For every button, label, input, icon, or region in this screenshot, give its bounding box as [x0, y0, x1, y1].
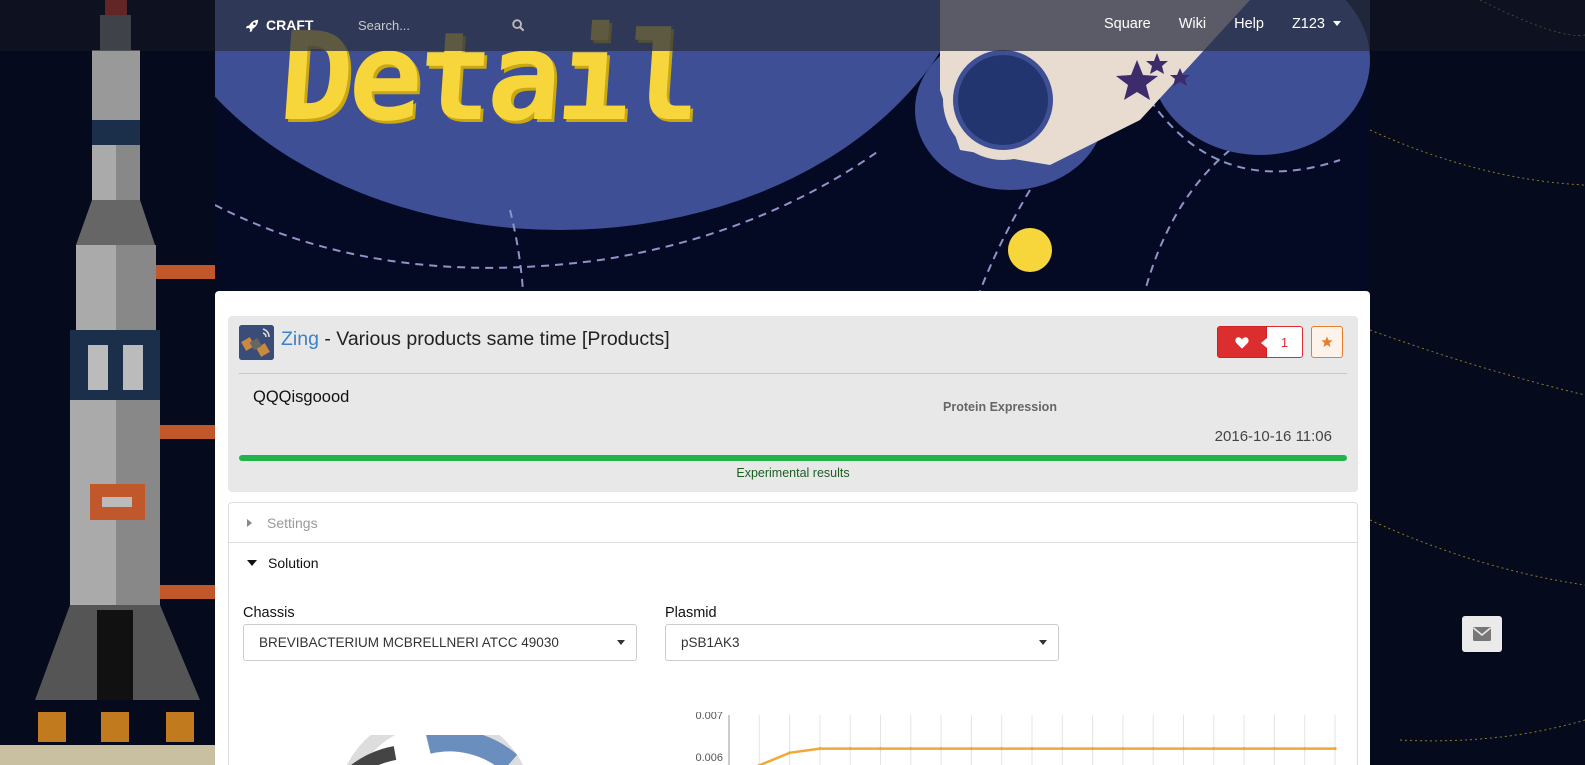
- chart-point: [939, 747, 943, 751]
- chevron-down-icon: [1333, 21, 1341, 26]
- chassis-value: BREVIBACTERIUM MCBRELLNERI ATCC 49030: [259, 635, 559, 650]
- chart-point: [1151, 747, 1155, 751]
- chart-y-tick-label: 0.007: [695, 712, 723, 722]
- progress-fill: [239, 455, 1347, 461]
- rocket-icon: [245, 19, 259, 32]
- chart-point: [969, 747, 973, 751]
- progress-label: Experimental results: [736, 466, 850, 480]
- chart-point: [1212, 747, 1216, 751]
- chart-point: [1060, 747, 1064, 751]
- search-form: [348, 12, 538, 38]
- avatar[interactable]: [239, 325, 274, 360]
- like-group: 1: [1217, 326, 1303, 358]
- favorite-button[interactable]: [1311, 326, 1343, 358]
- post-title: Zing - Various products same time [Produ…: [281, 326, 670, 352]
- brand-link[interactable]: CRAFT: [245, 14, 313, 36]
- search-button[interactable]: [508, 15, 528, 35]
- chart-point: [1303, 747, 1307, 751]
- chart-title: Protein Expression: [943, 400, 1057, 414]
- progress-bar: [239, 455, 1347, 461]
- nav-link-square[interactable]: Square: [1090, 16, 1165, 32]
- nav-link-wiki[interactable]: Wiki: [1165, 16, 1220, 32]
- search-icon: [511, 18, 524, 31]
- plasmid-label: Plasmid: [665, 605, 717, 621]
- gauge-chart: 50: [347, 735, 523, 765]
- like-button[interactable]: [1217, 326, 1267, 358]
- chevron-down-icon: [617, 640, 625, 645]
- post-body: QQQisgoood: [253, 388, 350, 406]
- nav-link-help[interactable]: Help: [1220, 16, 1278, 32]
- chassis-label: Chassis: [243, 605, 295, 621]
- accordion-solution[interactable]: Solution: [229, 543, 1357, 583]
- user-menu[interactable]: Z123: [1278, 16, 1355, 32]
- chart-point: [818, 747, 822, 751]
- plasmid-value: pSB1AK3: [681, 635, 740, 650]
- star-icon: [1321, 336, 1333, 347]
- chart-point: [1333, 747, 1337, 751]
- user-name: Z123: [1291, 15, 1325, 32]
- chart-point: [1030, 747, 1034, 751]
- chart-point: [1000, 747, 1004, 751]
- search-input[interactable]: [348, 13, 508, 37]
- chart-point: [848, 747, 852, 751]
- accordion-solution-label: Solution: [268, 555, 319, 571]
- divider: [239, 373, 1347, 374]
- chart-point: [878, 747, 883, 751]
- nav-right: Square Wiki Help Z123: [1090, 0, 1355, 47]
- chevron-down-icon: [1039, 640, 1047, 645]
- chart-point: [1272, 747, 1276, 751]
- plasmid-select[interactable]: pSB1AK3: [665, 624, 1059, 661]
- like-count: 1: [1261, 326, 1303, 358]
- caret-right-icon: [247, 518, 252, 527]
- post-title-text: - Various products same time [Products]: [318, 327, 670, 350]
- contact-button[interactable]: [1462, 616, 1502, 652]
- chart-point: [909, 747, 913, 751]
- accordion-settings-label: Settings: [267, 514, 318, 531]
- chassis-select[interactable]: BREVIBACTERIUM MCBRELLNERI ATCC 49030: [243, 624, 637, 661]
- author-link[interactable]: Zing: [281, 328, 319, 351]
- chart-point: [788, 751, 792, 755]
- brand-name: CRAFT: [266, 17, 314, 33]
- chart-point: [1091, 747, 1095, 751]
- chart-point: [1121, 747, 1125, 751]
- heart-icon: [1235, 336, 1249, 349]
- chart-point: [1242, 747, 1246, 751]
- protein-expression-chart: 0.007 0.006: [695, 712, 1337, 765]
- main-panel: Zing - Various products same time [Produ…: [215, 291, 1370, 765]
- chart-point: [1181, 747, 1186, 751]
- caret-down-icon: [247, 560, 257, 566]
- post-date: 2016-10-16 11:06: [1214, 428, 1332, 445]
- chart-y-tick-label: 0.006: [695, 752, 723, 764]
- satellite-icon: [239, 325, 274, 360]
- accordion-settings[interactable]: Settings: [229, 503, 1357, 543]
- envelope-icon: [1473, 627, 1491, 641]
